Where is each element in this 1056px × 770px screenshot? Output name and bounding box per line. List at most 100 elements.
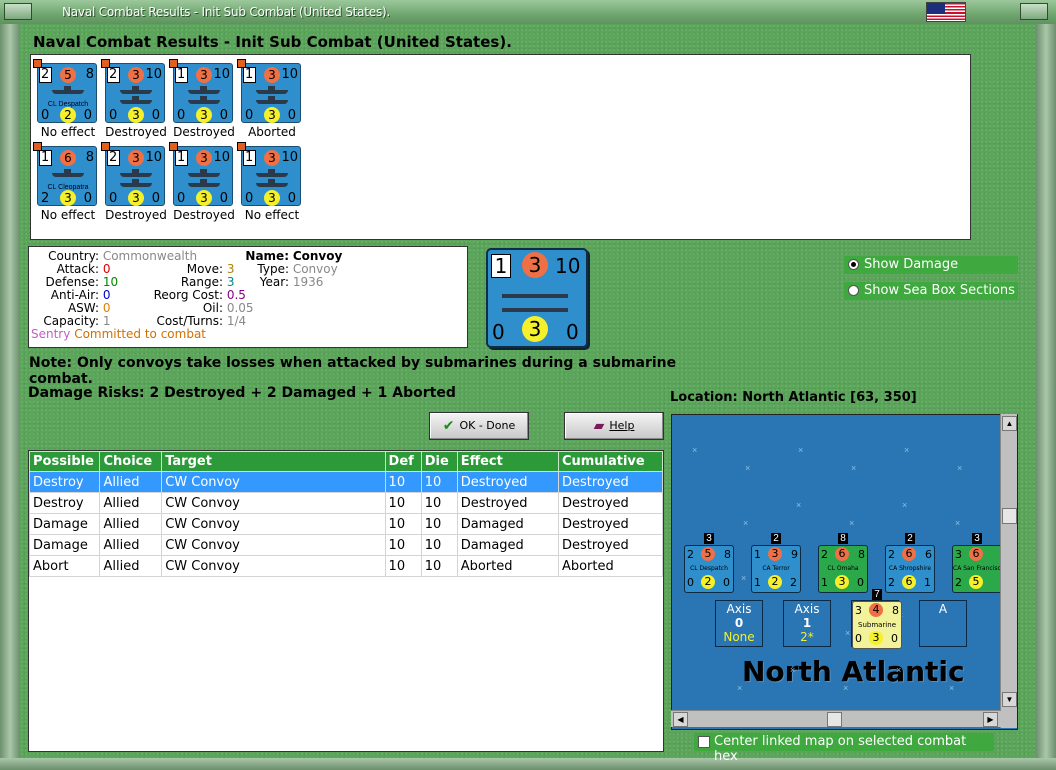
map-unit-counter[interactable]: 3 6 CA San Francisco 2 5 (952, 545, 1002, 593)
counter-mid-value: 4 (869, 603, 883, 617)
result-effect-label: Destroyed (173, 208, 235, 222)
unit-counter[interactable]: 1 3 10 0 3 0 (237, 142, 301, 206)
submarine-stack[interactable]: 7 3 8 0 0 4 3 Submarine (852, 589, 902, 649)
unit-counter[interactable]: 2 3 10 0 3 0 (101, 59, 165, 123)
table-cell: Allied (99, 555, 163, 577)
unit-counter[interactable]: 1 3 10 0 3 0 (237, 59, 301, 123)
show-damage-option[interactable]: Show Damage (844, 256, 1018, 274)
map-unit-stack[interactable]: 8 2 6 8 CL Omaha 1 3 0 (818, 533, 868, 593)
result-effect-label: No effect (40, 208, 96, 222)
map-unit-stack[interactable]: 3 2 5 8 CL Despatch 0 2 0 (684, 533, 734, 593)
column-header[interactable]: Target (161, 451, 386, 472)
attack-value: 0 (102, 262, 111, 276)
axis-search-box[interactable]: A (919, 600, 967, 647)
map-unit-counter[interactable]: 2 5 8 CL Despatch 0 2 0 (684, 545, 734, 593)
counter-top-value: 1 (491, 254, 511, 278)
counter-b3: 0 (219, 108, 228, 123)
oil-value: 0.05 (226, 301, 254, 315)
column-header[interactable]: Effect (456, 451, 559, 472)
ship-icon (52, 86, 84, 94)
counter-mid-value: 3 (264, 150, 280, 166)
submarine-counter[interactable]: 3 8 0 0 4 3 Submarine (852, 601, 902, 649)
counter-mid-value: 3 (264, 67, 280, 83)
ship-icon (188, 179, 220, 187)
axis-search-box[interactable]: Axis 1 2* (783, 600, 831, 647)
counter-right-value: 8 (724, 548, 731, 561)
counter-top-value: 2 (687, 548, 694, 561)
column-header[interactable]: Choice (99, 451, 163, 472)
map-unit-stack[interactable]: 3 3 6 CA San Francisco 2 5 (952, 533, 1002, 593)
radio-icon[interactable] (848, 285, 859, 296)
minimize-button[interactable] (4, 3, 32, 20)
wave-mark-icon: × (904, 445, 910, 455)
center-map-option[interactable]: Center linked map on selected combat hex (694, 733, 994, 764)
column-header[interactable]: Def (384, 451, 422, 472)
counter-mid-value: 6 (969, 547, 983, 561)
page-title: Naval Combat Results - Init Sub Combat (… (33, 33, 512, 51)
table-cell: 10 (384, 513, 422, 535)
counter-top-value: 1 (41, 150, 50, 165)
counter-b2: 3 (60, 190, 76, 206)
counter-b3: 2 (790, 576, 797, 589)
result-item: 1 6 8 CL Cleopatra 2 3 0 No effect (33, 142, 101, 222)
counter-b1: 2 (955, 576, 962, 589)
axis-search-box[interactable]: Axis 0 None (715, 600, 763, 647)
window-frame-left (0, 24, 20, 770)
scroll-left-icon[interactable]: ◀ (673, 712, 688, 727)
counter-b2: 3 (264, 190, 280, 206)
radio-selected-icon[interactable] (848, 259, 859, 270)
damage-risks: Damage Risks: 2 Destroyed + 2 Damaged + … (28, 385, 456, 401)
table-cell: 10 (384, 471, 422, 493)
map-unit-counter[interactable]: 2 6 6 CA Shropshire 2 6 1 (885, 545, 935, 593)
map-unit-stack[interactable]: 2 1 3 9 CA Terror 1 2 2 (751, 533, 801, 593)
us-flag-icon (926, 2, 966, 22)
counter-right-value: 10 (213, 150, 230, 165)
table-row[interactable]: Destroy Allied CW Convoy 10 10 Destroyed Destr… (28, 471, 664, 493)
reorg-value: 0.5 (226, 288, 246, 302)
map-unit-counter[interactable]: 1 3 9 CA Terror 1 2 2 (751, 545, 801, 593)
unit-counter[interactable]: 2 5 8 CL Despatch 0 2 0 (33, 59, 97, 123)
table-row[interactable]: Destroy Allied CW Convoy 10 10 Destroyed Destr… (28, 492, 664, 514)
show-sea-box-option[interactable]: Show Sea Box Sections (844, 282, 1018, 300)
table-row[interactable]: Damage Allied CW Convoy 10 10 Damaged Destroye… (28, 513, 664, 535)
table-row[interactable]: Abort Allied CW Convoy 10 10 Aborted Aborted (28, 555, 664, 577)
column-header[interactable]: Possible (28, 451, 101, 472)
result-item: 1 3 10 0 3 0 Destroyed (169, 142, 237, 222)
close-button[interactable] (1020, 3, 1048, 20)
sea-area-map[interactable]: North Atlantic ×××××××××××××××××××××××××… (671, 414, 1018, 730)
column-header[interactable]: Cumulative (557, 451, 664, 472)
counter-right-value: 8 (858, 548, 865, 561)
help-button[interactable]: ▰ Help (564, 412, 664, 440)
scroll-thumb[interactable] (1002, 508, 1017, 524)
unit-counter[interactable]: 1 3 10 0 3 0 (169, 142, 233, 206)
unit-counter[interactable]: 1 6 8 CL Cleopatra 2 3 0 (33, 142, 97, 206)
scroll-down-icon[interactable]: ▼ (1002, 692, 1017, 707)
table-cell: Damaged (456, 513, 559, 535)
ok-done-button[interactable]: ✔ OK - Done (429, 412, 529, 440)
axis-box-label: Axis (726, 602, 752, 616)
move-label: Move: (186, 262, 223, 276)
counter-mid-value: 6 (60, 150, 76, 166)
sentry-status: Sentry (31, 327, 71, 341)
scroll-right-icon[interactable]: ▶ (983, 712, 998, 727)
window-frame-right (1036, 24, 1056, 770)
asw-label: ASW: (67, 301, 99, 315)
scroll-up-icon[interactable]: ▲ (1002, 416, 1017, 431)
checkbox-icon[interactable] (698, 736, 710, 748)
table-row[interactable]: Damage Allied CW Convoy 10 10 Damaged Destroye… (28, 534, 664, 556)
unit-counter[interactable]: 2 3 10 0 3 0 (101, 142, 165, 206)
wave-mark-icon: × (955, 518, 961, 528)
map-unit-counter[interactable]: 2 6 8 CL Omaha 1 3 0 (818, 545, 868, 593)
counter-right-value: 10 (213, 67, 230, 82)
attack-label: Attack: (56, 262, 99, 276)
unit-counter[interactable]: 1 3 10 0 3 0 (169, 59, 233, 123)
scroll-thumb-h[interactable] (827, 712, 842, 727)
ship-icon (120, 96, 152, 104)
counter-right-value: 10 (145, 67, 162, 82)
stack-count: 2 (771, 533, 781, 544)
map-vertical-scrollbar[interactable]: ▲ ▼ (1000, 414, 1017, 728)
column-header[interactable]: Die (420, 451, 458, 472)
map-horizontal-scrollbar[interactable]: ◀ ▶ (671, 710, 1001, 727)
stack-count: 3 (972, 533, 982, 544)
map-unit-stack[interactable]: 2 2 6 6 CA Shropshire 2 6 1 (885, 533, 935, 593)
